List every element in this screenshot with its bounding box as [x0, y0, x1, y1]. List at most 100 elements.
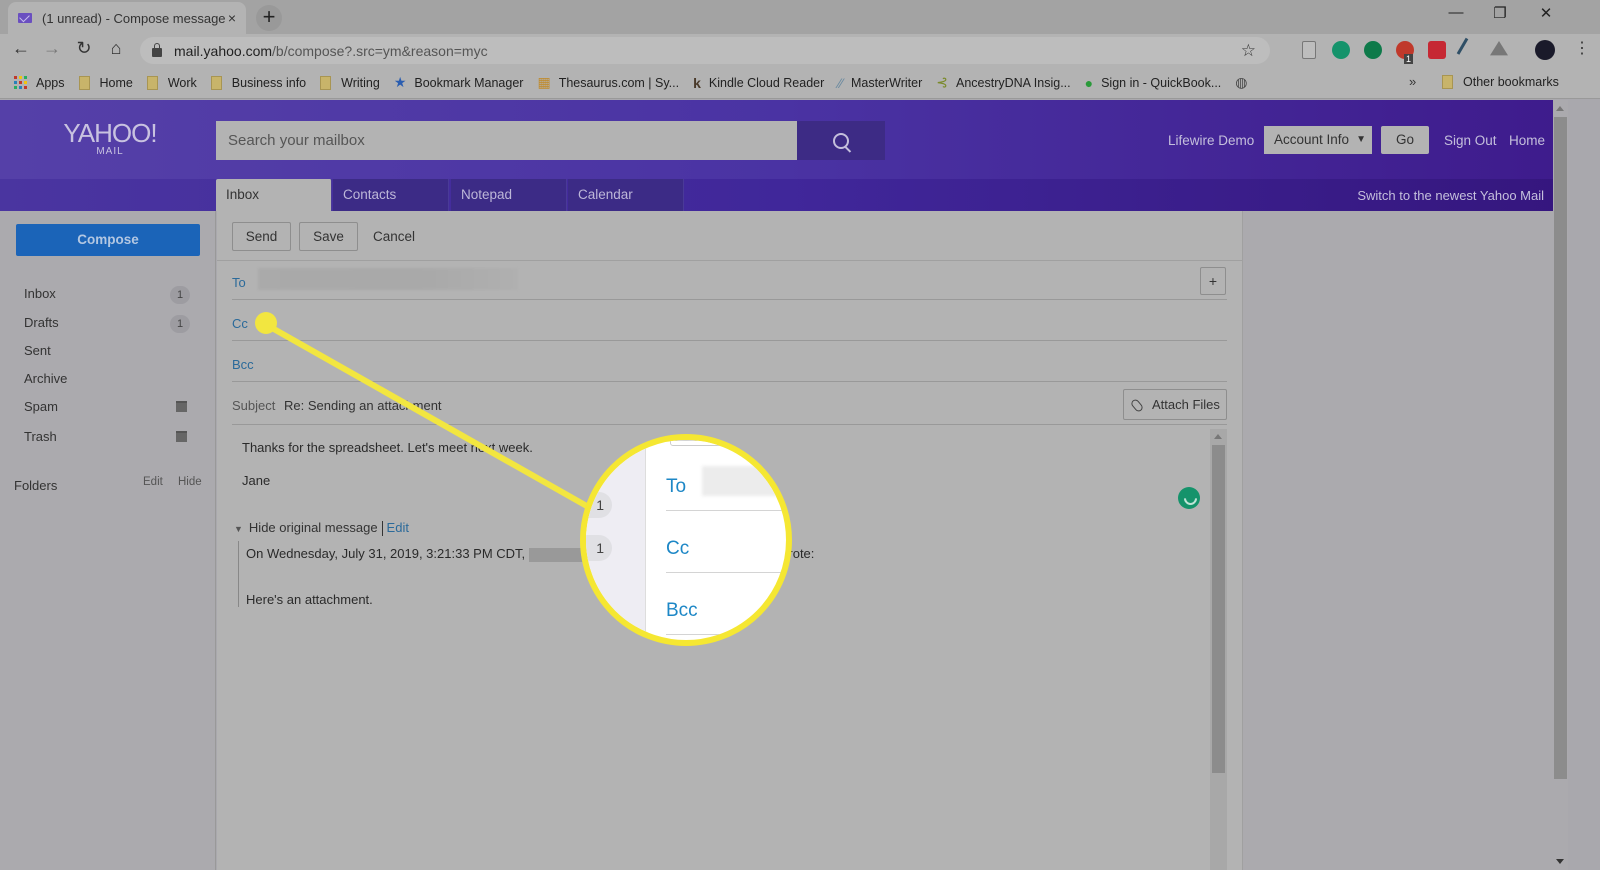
address-bar[interactable]: mail.yahoo.com/b/compose?.src=ym&reason=…	[140, 37, 1270, 64]
sidebar-item-inbox[interactable]: Inbox 1	[24, 286, 194, 310]
sidebar-item-archive[interactable]: Archive	[24, 371, 194, 395]
restore-button[interactable]: ❐	[1480, 4, 1520, 22]
edit-original-link[interactable]: Edit	[387, 520, 409, 535]
scroll-thumb[interactable]	[1212, 445, 1225, 773]
yahoo-mail-logo[interactable]: YAHOO! MAIL	[62, 120, 158, 157]
to-label[interactable]: To	[232, 275, 246, 290]
subject-label: Subject	[232, 398, 276, 413]
send-button[interactable]: Send	[232, 222, 291, 251]
folder-label: Spam	[24, 399, 58, 414]
tab-inbox[interactable]: Inbox	[216, 179, 332, 211]
scroll-thumb[interactable]	[1554, 117, 1567, 779]
divider	[666, 510, 786, 511]
profile-avatar[interactable]	[1535, 40, 1555, 60]
page-scrollbar[interactable]	[1553, 100, 1568, 870]
sidebar-item-trash[interactable]: Trash	[24, 429, 194, 453]
drive-icon[interactable]	[1490, 41, 1508, 56]
bookmark-globe[interactable]: ◍	[1235, 74, 1255, 91]
folder-label: Trash	[24, 429, 57, 444]
apps-grid-icon	[14, 75, 28, 90]
user-name: Lifewire Demo	[1168, 133, 1255, 148]
star-icon: ★	[393, 74, 407, 90]
folder-icon	[78, 75, 90, 90]
bookmark-apps[interactable]: Apps	[14, 75, 65, 90]
divider	[666, 440, 786, 441]
bcc-label[interactable]: Bcc	[232, 357, 254, 372]
message-body-scrollbar[interactable]	[1210, 429, 1227, 870]
folder-icon	[146, 75, 158, 90]
bookmark-manager[interactable]: ★ Bookmark Manager	[394, 74, 524, 91]
bookmark-home[interactable]: Home	[78, 75, 133, 90]
tab-notepad[interactable]: Notepad	[451, 179, 567, 211]
browser-tab[interactable]: (1 unread) - Compose message - ×	[8, 2, 246, 34]
hide-original-toggle[interactable]: ▼ Hide original message Edit	[234, 520, 409, 537]
bookmark-star-icon[interactable]: ☆	[1241, 41, 1256, 61]
bookmark-business-info[interactable]: Business info	[210, 75, 306, 90]
tab-contacts[interactable]: Contacts	[333, 179, 449, 211]
sidebar-item-spam[interactable]: Spam	[24, 399, 194, 423]
folders-heading: Folders	[14, 478, 58, 493]
add-recipient-button[interactable]: +	[1200, 267, 1226, 295]
scroll-up-icon[interactable]	[1214, 434, 1222, 439]
attach-files-button[interactable]: Attach Files	[1123, 389, 1227, 420]
home-link[interactable]: Home	[1509, 133, 1545, 148]
mailbox-search-input[interactable]: Search your mailbox	[216, 121, 797, 160]
browser-menu-icon[interactable]: ⋮	[1570, 38, 1594, 58]
bookmark-kindle[interactable]: k Kindle Cloud Reader	[693, 75, 824, 91]
callout-pointer-dot	[255, 312, 277, 334]
sidebar-item-drafts[interactable]: Drafts 1	[24, 315, 194, 339]
compose-button[interactable]: Compose	[16, 224, 200, 256]
bookmark-work[interactable]: Work	[146, 75, 197, 90]
cancel-button[interactable]: Cancel	[373, 222, 415, 251]
bookmark-ancestry[interactable]: ⊰ AncestryDNA Insig...	[936, 74, 1070, 91]
document-icon[interactable]	[1302, 41, 1316, 59]
minimize-button[interactable]: —	[1436, 4, 1476, 21]
bookmark-label: Thesaurus.com | Sy...	[558, 75, 680, 90]
hangouts-icon[interactable]	[1364, 41, 1382, 59]
tab-close-icon[interactable]: ×	[228, 10, 236, 26]
bcc-field[interactable]: Bcc	[232, 341, 1227, 382]
home-button[interactable]: ⌂	[104, 38, 128, 59]
folder-label: Inbox	[24, 286, 56, 301]
forward-button[interactable]: →	[40, 38, 64, 59]
back-button[interactable]: ←	[9, 38, 33, 59]
bookmarks-overflow-icon[interactable]: »	[1409, 74, 1416, 89]
trash-icon[interactable]	[176, 431, 187, 442]
folders-hide-link[interactable]: Hide	[178, 476, 202, 488]
bookmark-thesaurus[interactable]: ▦ Thesaurus.com | Sy...	[537, 74, 679, 91]
cc-label[interactable]: Cc	[232, 316, 248, 331]
pocket-icon[interactable]	[1428, 41, 1446, 59]
to-field[interactable]: To	[232, 259, 1227, 300]
folder-icon	[320, 75, 332, 90]
switch-newest-mail-link[interactable]: Switch to the newest Yahoo Mail	[1357, 188, 1544, 203]
scroll-down-icon[interactable]	[1556, 859, 1564, 864]
sign-out-link[interactable]: Sign Out	[1444, 133, 1497, 148]
account-select[interactable]: Account Info ▼	[1264, 126, 1372, 154]
tab-calendar[interactable]: Calendar	[568, 179, 684, 211]
tab-title: (1 unread) - Compose message -	[42, 10, 228, 26]
grammarly-status-icon[interactable]	[1178, 487, 1200, 509]
go-button[interactable]: Go	[1381, 126, 1429, 154]
url-path: /b/compose?.src=ym&reason=myc	[272, 42, 488, 59]
folders-edit-link[interactable]: Edit	[143, 476, 163, 488]
divider	[666, 634, 786, 635]
reload-button[interactable]: ↻	[72, 38, 96, 59]
merge-icon[interactable]	[1456, 37, 1482, 63]
magnified-count-badge: 1	[586, 492, 612, 518]
cc-field[interactable]: Cc	[232, 300, 1227, 341]
grammarly-icon[interactable]	[1332, 41, 1350, 59]
paperclip-icon	[1129, 397, 1145, 414]
bookmark-writing[interactable]: Writing	[320, 75, 380, 90]
folder-label: Drafts	[24, 315, 59, 330]
scroll-up-icon[interactable]	[1556, 106, 1564, 111]
bookmark-quickbooks[interactable]: ● Sign in - QuickBook...	[1085, 75, 1222, 91]
window-close-button[interactable]: ✕	[1526, 4, 1566, 22]
new-tab-button[interactable]: +	[256, 5, 282, 31]
trash-icon[interactable]	[176, 401, 187, 412]
save-button[interactable]: Save	[299, 222, 358, 251]
other-bookmarks[interactable]: Other bookmarks	[1442, 75, 1559, 89]
sidebar-item-sent[interactable]: Sent	[24, 343, 194, 367]
message-signature[interactable]: Jane	[242, 473, 270, 488]
bookmark-masterwriter[interactable]: ⁄⁄ MasterWriter	[838, 75, 922, 91]
search-button[interactable]	[797, 121, 885, 160]
